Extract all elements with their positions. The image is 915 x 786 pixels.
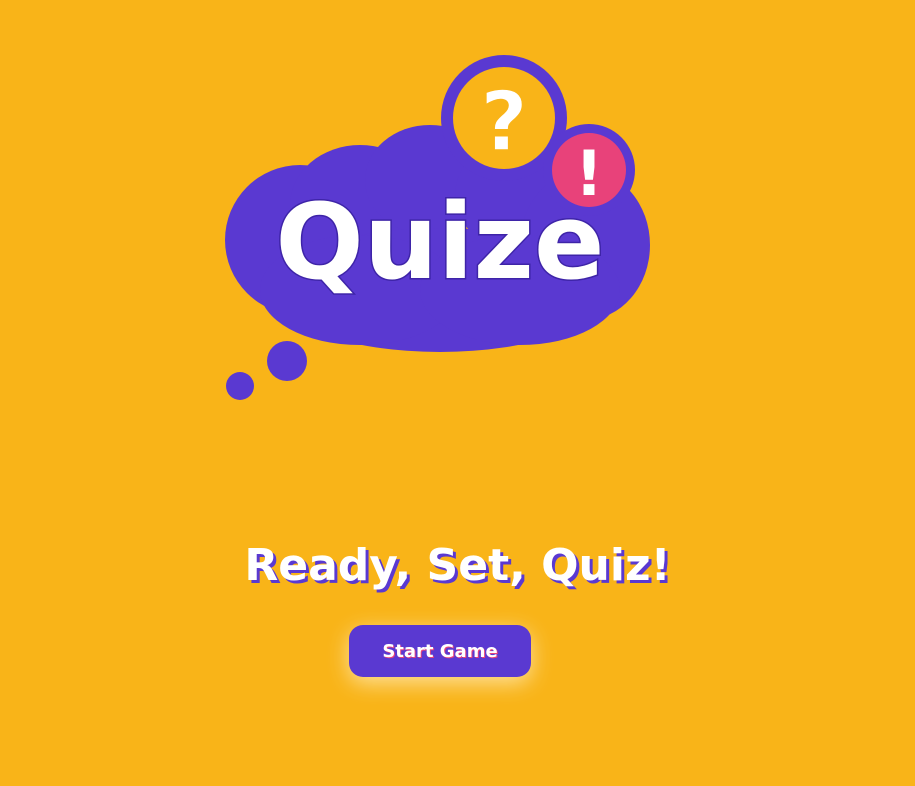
start-game-button[interactable]: Start Game [349,625,531,677]
question-mark-glyph: ? [480,75,528,170]
page-headline: Ready, Set, Quiz! [244,540,671,591]
quize-logo: ? ! Quize [225,55,650,400]
quiz-start-screen: ? ! Quize Ready, Set, Quiz! Start Game [0,0,915,786]
logo-wordmark: Quize [275,181,604,303]
